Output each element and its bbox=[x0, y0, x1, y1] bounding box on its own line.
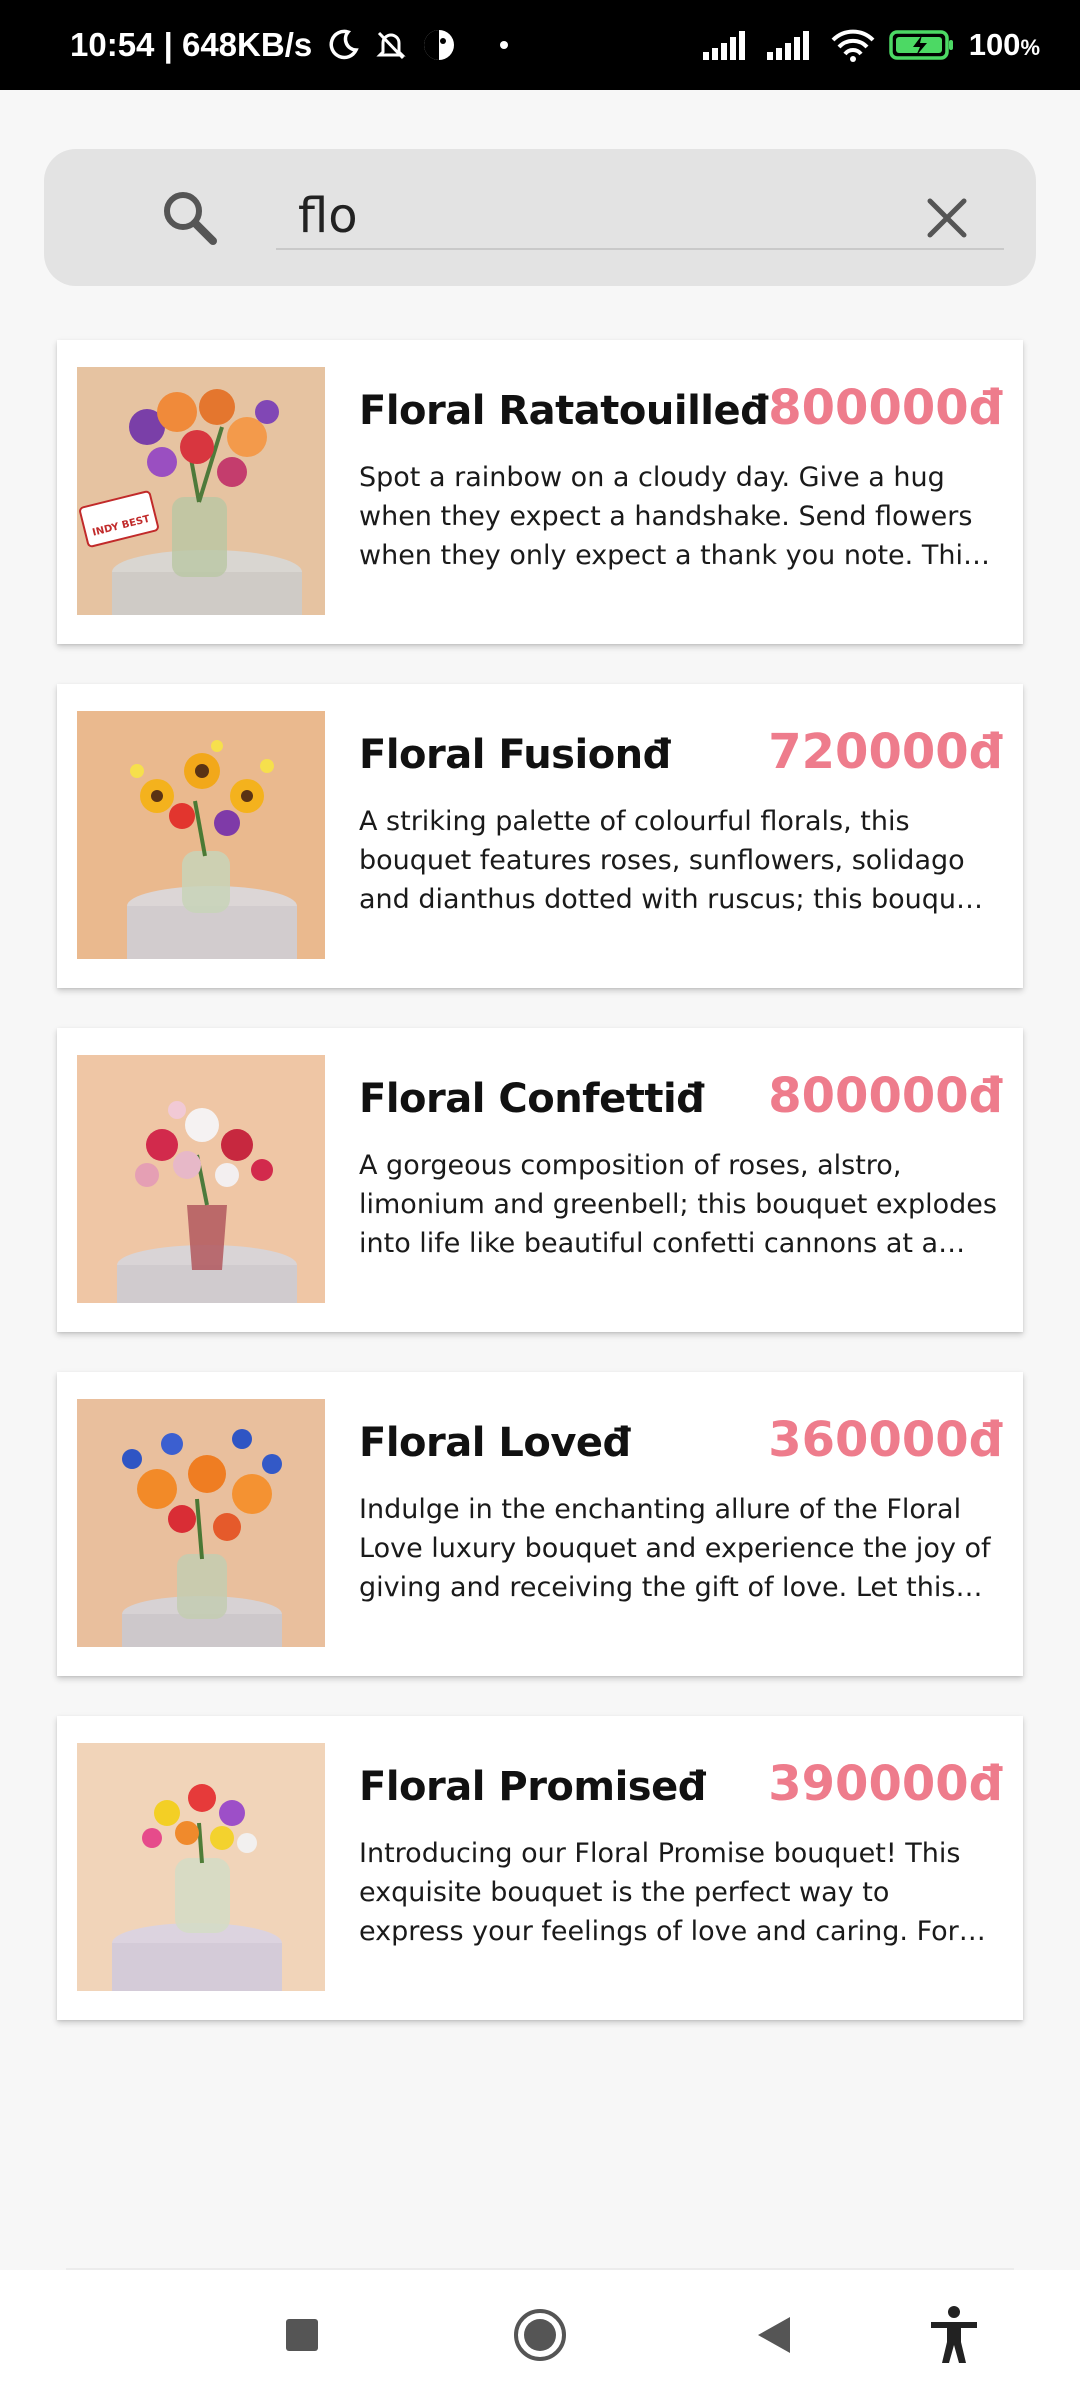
product-card[interactable]: Floral Loveđ 360000đ Indulge in the ench… bbox=[57, 1372, 1023, 1676]
moon-icon bbox=[326, 28, 360, 62]
product-name: Floral Loveđ bbox=[359, 1420, 631, 1466]
recent-apps-square-icon[interactable] bbox=[270, 2303, 334, 2367]
product-card[interactable]: Floral Fusionđ 720000đ A striking palett… bbox=[57, 684, 1023, 988]
product-description: Introducing our Floral Promise bouquet! … bbox=[359, 1838, 961, 1947]
product-image bbox=[77, 1399, 325, 1647]
product-price: 390000đ bbox=[768, 1756, 1003, 1812]
battery-charging-icon bbox=[888, 29, 955, 61]
product-name: Floral Fusionđ bbox=[359, 732, 671, 778]
signal-icon-1 bbox=[702, 30, 753, 60]
product-description: Spot a rainbow on a cloudy day. Give a h… bbox=[359, 462, 978, 571]
product-description: A striking palette of colourful florals,… bbox=[359, 806, 984, 915]
signal-icon-2 bbox=[766, 30, 817, 60]
status-dot bbox=[500, 41, 509, 49]
search-bar bbox=[44, 149, 1036, 286]
status-bar: 10:54 | 648KB/s 100% bbox=[0, 0, 1080, 90]
product-price: 800000đ bbox=[768, 1068, 1003, 1124]
product-list: INDY BEST Floral Ratatouilleđ 800000đ Sp… bbox=[57, 340, 1023, 2060]
product-image bbox=[77, 711, 325, 959]
product-card[interactable]: Floral Confettiđ 800000đ A gorgeous comp… bbox=[57, 1028, 1023, 1332]
accessibility-icon[interactable] bbox=[922, 2303, 986, 2367]
product-card[interactable]: INDY BEST Floral Ratatouilleđ 800000đ Sp… bbox=[57, 340, 1023, 644]
search-input[interactable] bbox=[276, 184, 1004, 250]
navigation-bar bbox=[0, 2270, 1080, 2400]
product-price: 800000đ bbox=[768, 380, 1003, 436]
home-circle-icon[interactable] bbox=[508, 2303, 572, 2367]
product-image bbox=[77, 1055, 325, 1303]
product-image bbox=[77, 1743, 325, 1991]
product-name: Floral Promiseđ bbox=[359, 1764, 706, 1810]
product-description: Indulge in the enchanting allure of the … bbox=[359, 1494, 991, 1603]
product-name: Floral Confettiđ bbox=[359, 1076, 705, 1122]
battery-percentage: 100% bbox=[968, 27, 1040, 62]
product-description: A gorgeous composition of roses, alstro,… bbox=[359, 1150, 997, 1259]
clear-search-icon[interactable] bbox=[922, 193, 972, 243]
face-app-icon bbox=[422, 28, 456, 62]
status-bar-left: 10:54 | 648KB/s bbox=[70, 26, 509, 64]
product-name: Floral Ratatouilleđ bbox=[359, 388, 769, 434]
status-time-speed: 10:54 | 648KB/s bbox=[70, 26, 313, 63]
wifi-icon bbox=[831, 28, 875, 62]
product-card[interactable]: Floral Promiseđ 390000đ Introducing our … bbox=[57, 1716, 1023, 2020]
product-price: 360000đ bbox=[768, 1412, 1003, 1468]
status-bar-right: 100% bbox=[702, 27, 1040, 63]
product-image: INDY BEST bbox=[77, 367, 325, 615]
product-price: 720000đ bbox=[768, 724, 1003, 780]
bell-off-icon bbox=[374, 28, 408, 62]
search-icon bbox=[159, 187, 221, 249]
back-triangle-icon[interactable] bbox=[742, 2303, 806, 2367]
